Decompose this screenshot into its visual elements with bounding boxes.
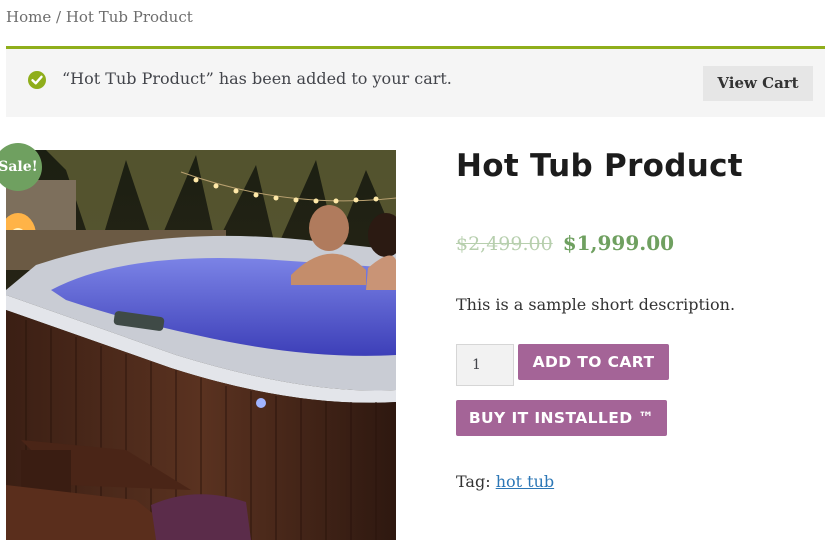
buy-it-installed-button[interactable]: BUY IT INSTALLED ™ <box>456 400 667 436</box>
cart-notice: “Hot Tub Product” has been added to your… <box>6 46 825 117</box>
breadcrumb-current: Hot Tub Product <box>65 8 193 26</box>
breadcrumb-home-link[interactable]: Home <box>6 8 51 26</box>
product-tags: Tag: hot tub <box>456 472 554 491</box>
cart-notice-message: “Hot Tub Product” has been added to your… <box>62 69 452 88</box>
tag-link-hot-tub[interactable]: hot tub <box>496 472 554 491</box>
breadcrumb-separator: / <box>51 8 66 26</box>
quantity-input[interactable]: 1 <box>456 344 514 386</box>
add-to-cart-button[interactable]: ADD TO CART <box>518 344 669 380</box>
product-price: $2,499.00 $1,999.00 <box>456 231 674 255</box>
breadcrumb: Home / Hot Tub Product <box>6 8 193 26</box>
regular-price: $2,499.00 <box>456 233 553 255</box>
product-title: Hot Tub Product <box>456 148 743 184</box>
tag-label: Tag: <box>456 472 496 491</box>
check-circle-icon <box>28 71 46 89</box>
short-description: This is a sample short description. <box>456 295 736 314</box>
sale-price: $1,999.00 <box>562 231 675 255</box>
product-image[interactable] <box>6 150 396 540</box>
view-cart-button[interactable]: View Cart <box>703 66 813 101</box>
